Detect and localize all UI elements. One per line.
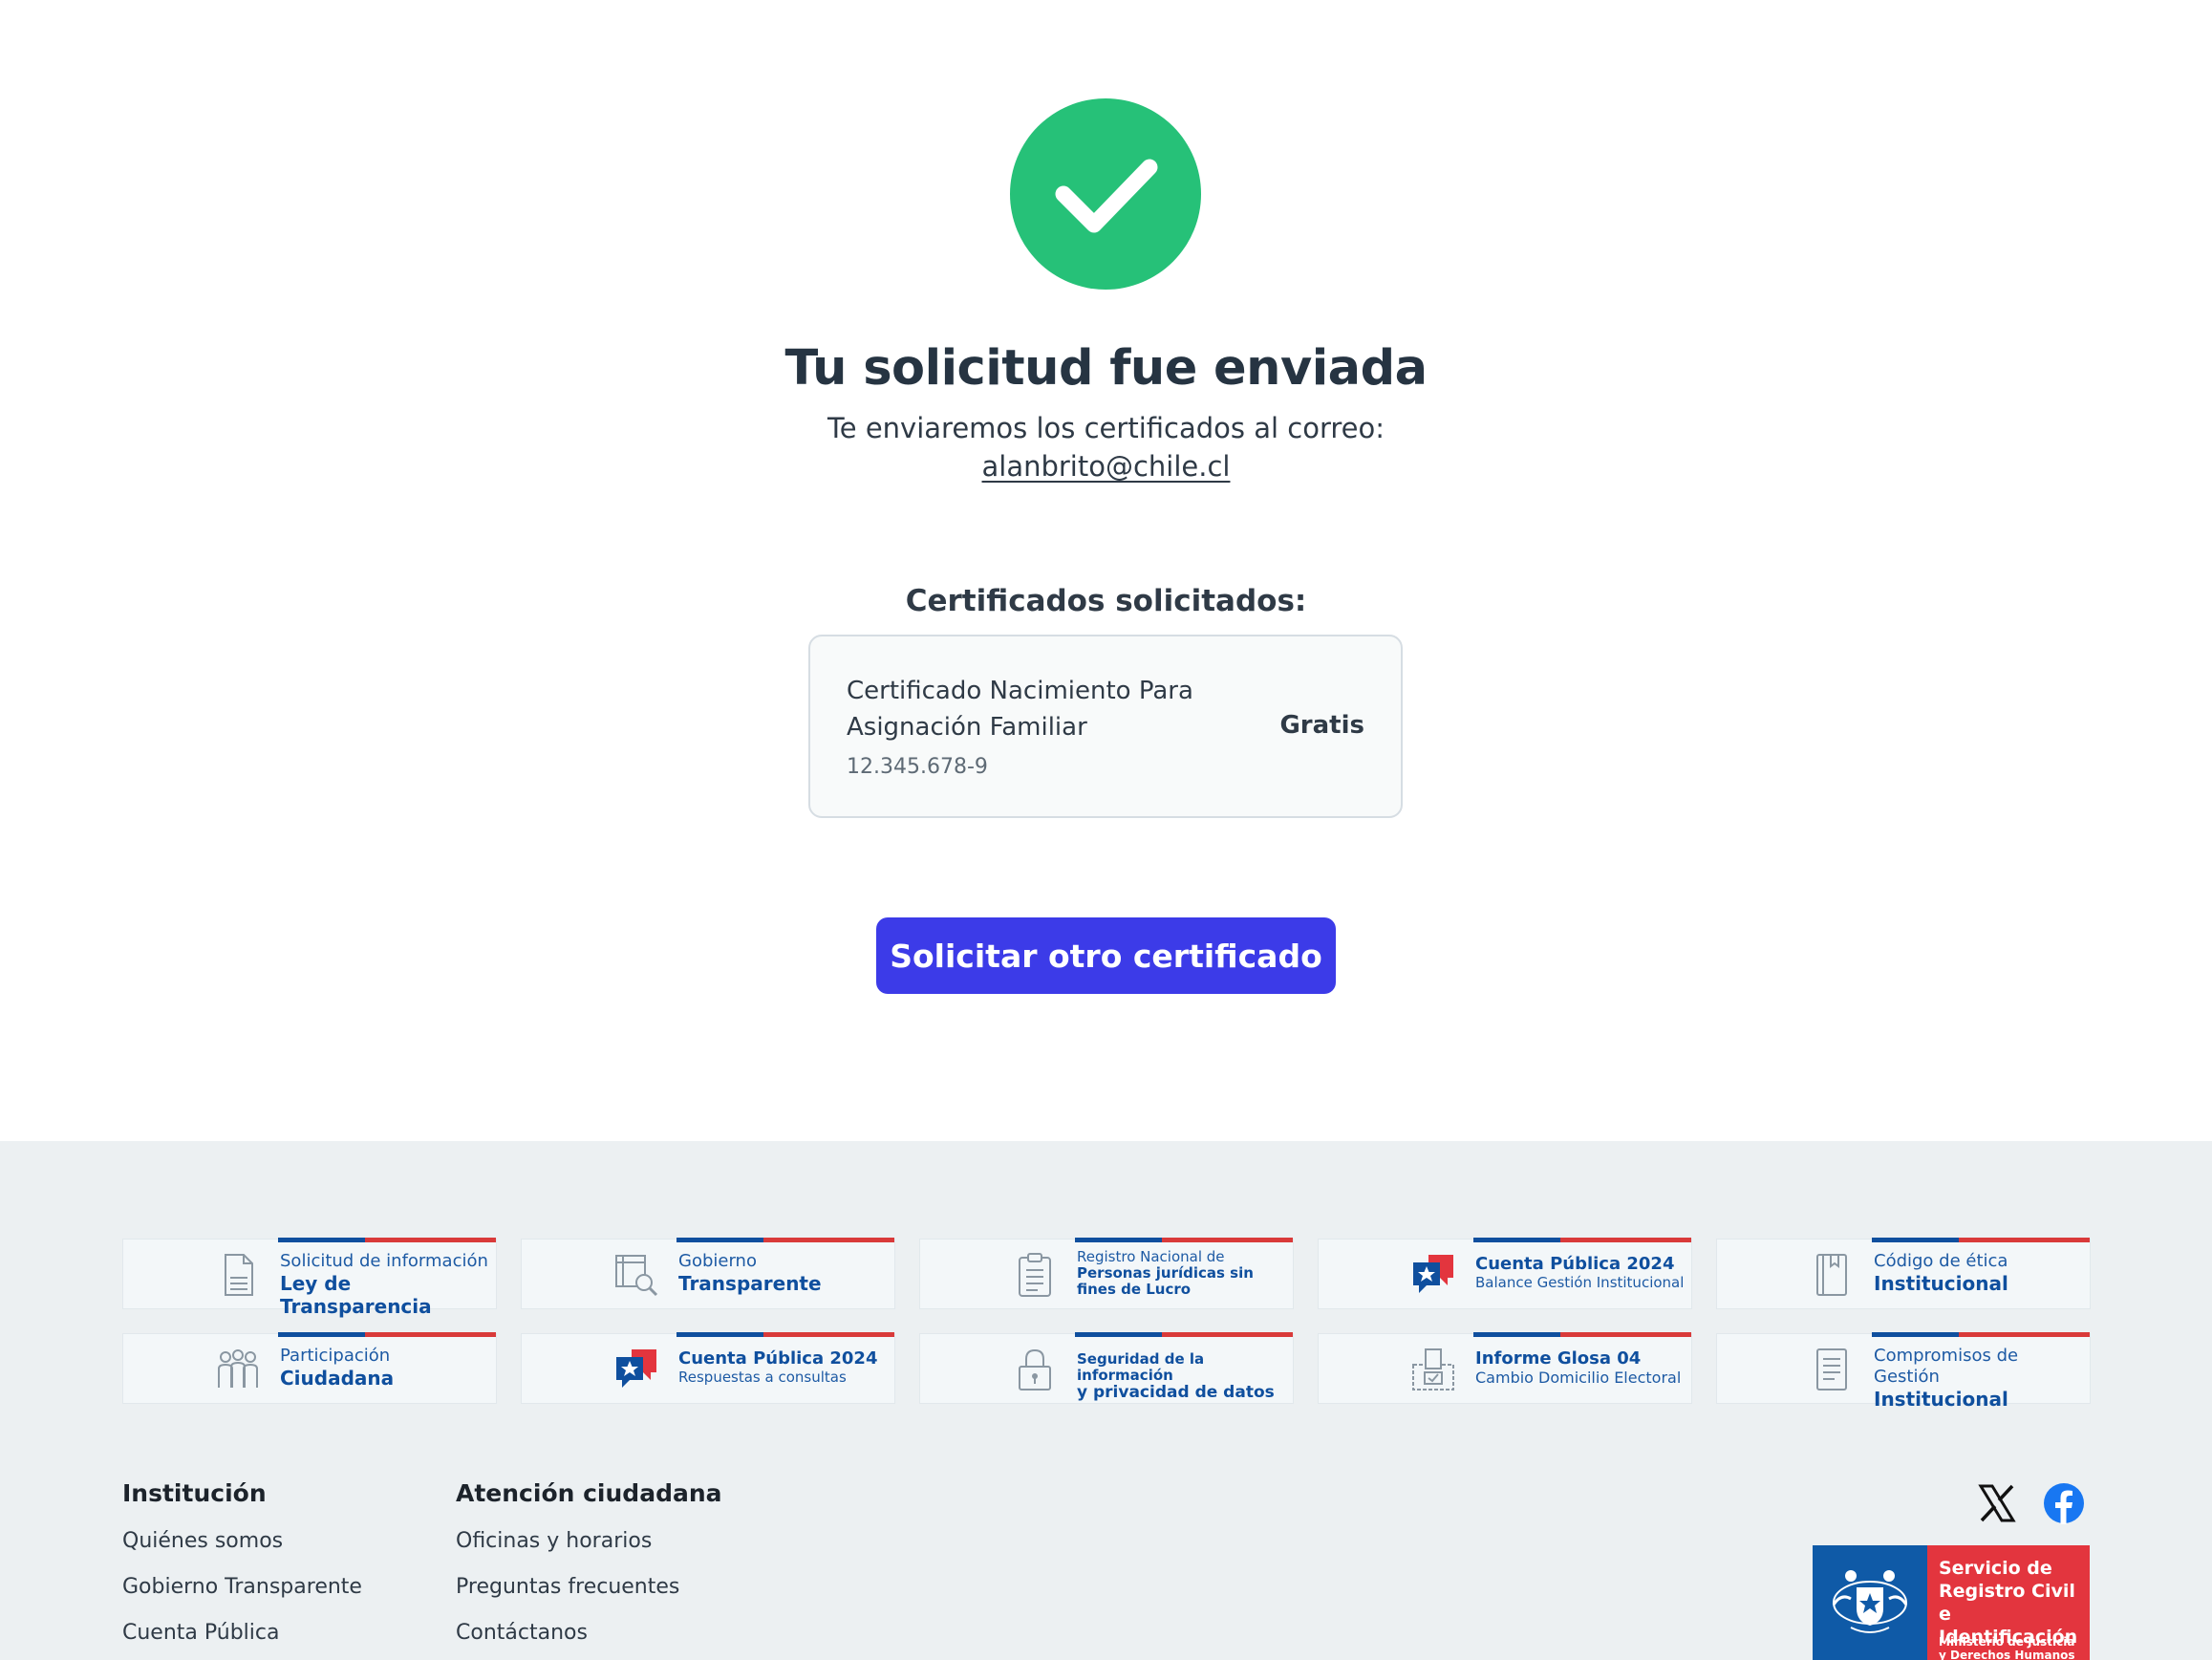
banner-line1: Código de ética [1874,1251,2008,1271]
people-icon [218,1349,258,1388]
banner-line2: Institucional [1874,1272,2008,1295]
banner-line1: Informe Glosa 04 [1475,1348,1642,1369]
clipboard-icon [1019,1253,1051,1297]
footer-heading: Atención ciudadana [456,1479,722,1507]
banner-stripe [1872,1238,2090,1242]
confirmation-email: alanbrito@chile.cl [0,450,2212,483]
banner-line2: Respuestas a consultas [678,1369,847,1386]
banner-stripe [1473,1238,1691,1242]
facebook-icon[interactable] [2043,1482,2085,1524]
banner-codigo-etica[interactable]: Código de ética Institucional [1716,1238,2091,1309]
star-chat-icon [1413,1255,1453,1293]
banner-cuenta-publica-respuestas[interactable]: Cuenta Pública 2024 Respuestas a consult… [521,1332,895,1404]
footer-column-institucion: Institución Quiénes somos Gobierno Trans… [122,1479,362,1660]
banner-seguridad-informacion[interactable]: Seguridad de la información y privacidad… [919,1332,1294,1404]
banner-stripe [676,1332,894,1337]
banner-line1: Registro Nacional de [1077,1248,1225,1265]
banner-line1: Seguridad de la información [1077,1350,1205,1384]
banner-ley-transparencia[interactable]: Solicitud de información Ley de Transpar… [122,1238,497,1318]
email-link[interactable]: alanbrito@chile.cl [982,450,1231,483]
registro-civil-logo[interactable]: Servicio de Registro Civil e Identificac… [1813,1545,2090,1660]
banner-stripe [676,1238,894,1242]
banner-line2: Personas jurídicas sin fines de Lucro [1077,1264,1254,1298]
footer-link-gobierno-transparente[interactable]: Gobierno Transparente [122,1574,362,1600]
certificate-name: Certificado Nacimiento Para Asignación F… [847,677,1193,742]
banner-line1: Cuenta Pública 2024 [678,1348,878,1369]
magnifier-document-icon [615,1255,658,1297]
banner-line2: Ley de Transparencia [280,1272,432,1318]
certificate-price: Gratis [1279,711,1364,740]
x-twitter-icon[interactable] [1976,1482,2018,1524]
lock-icon [1019,1348,1051,1391]
confirmation-page: Tu solicitud fue enviada Te enviaremos l… [0,0,2212,1141]
request-another-certificate-button[interactable]: Solicitar otro certificado [876,917,1336,994]
banner-line2: Institucional [1874,1388,2008,1411]
document-icon [225,1254,253,1296]
banner-cuenta-publica-balance[interactable]: Cuenta Pública 2024 Balance Gestión Inst… [1318,1238,1692,1309]
banner-line2: Ciudadana [280,1367,395,1390]
list-document-icon [1816,1348,1847,1391]
banner-stripe [278,1332,496,1337]
banner-participacion-ciudadana[interactable]: Participación Ciudadana [122,1332,497,1404]
banner-line2: Balance Gestión Institucional [1475,1274,1685,1291]
banner-informe-glosa[interactable]: Informe Glosa 04 Cambio Domicilio Electo… [1318,1332,1692,1404]
banner-compromisos-gestion[interactable]: Compromisos de Gestión Institucional [1716,1332,2091,1411]
footer-column-atencion: Atención ciudadana Oficinas y horarios P… [456,1479,722,1660]
page-title: Tu solicitud fue enviada [784,340,1428,397]
ballot-box-icon [1412,1348,1454,1391]
banner-stripe [1473,1332,1691,1337]
banner-stripe [278,1238,496,1242]
banner-line2: Transparente [678,1272,822,1295]
banner-line2: y privacidad de datos [1077,1383,1275,1402]
book-icon [1816,1254,1847,1296]
banner-line1: Cuenta Pública 2024 [1475,1254,1675,1274]
certificate-card: Certificado Nacimiento Para Asignación F… [808,635,1403,818]
banner-line2: Cambio Domicilio Electoral [1475,1369,1682,1387]
banner-line1: Compromisos de Gestión [1874,1346,2019,1387]
banner-stripe [1075,1332,1293,1337]
banner-line1: Gobierno [678,1251,757,1271]
banner-line1: Participación [280,1346,391,1366]
footer: Solicitud de información Ley de Transpar… [0,1141,2212,1660]
success-check-icon [1010,98,1201,290]
certificate-rut: 12.345.678-9 [847,755,988,779]
footer-link-contactanos[interactable]: Contáctanos [456,1620,722,1646]
confirmation-subtitle: Te enviaremos los certificados al correo… [827,412,1385,444]
banner-stripe [1075,1238,1293,1242]
banner-stripe [1872,1332,2090,1337]
banner-registro-personas-juridicas[interactable]: Registro Nacional de Personas jurídicas … [919,1238,1294,1309]
certificates-heading: Certificados solicitados: [905,584,1307,618]
banner-gobierno-transparente[interactable]: Gobierno Transparente [521,1238,895,1309]
footer-link-oficinas[interactable]: Oficinas y horarios [456,1528,722,1554]
footer-link-preguntas[interactable]: Preguntas frecuentes [456,1574,722,1600]
star-chat-icon [616,1349,656,1388]
footer-heading: Institución [122,1479,267,1507]
banner-line1: Solicitud de información [280,1251,488,1271]
footer-link-quienes-somos[interactable]: Quiénes somos [122,1528,362,1554]
logo-ministry: Ministerio de Justicia y Derechos Humano… [1939,1635,2075,1660]
banner-grid: Solicitud de información Ley de Transpar… [122,1238,2091,1411]
footer-link-cuenta-publica[interactable]: Cuenta Pública [122,1620,362,1646]
coat-of-arms-icon [1813,1545,1927,1660]
